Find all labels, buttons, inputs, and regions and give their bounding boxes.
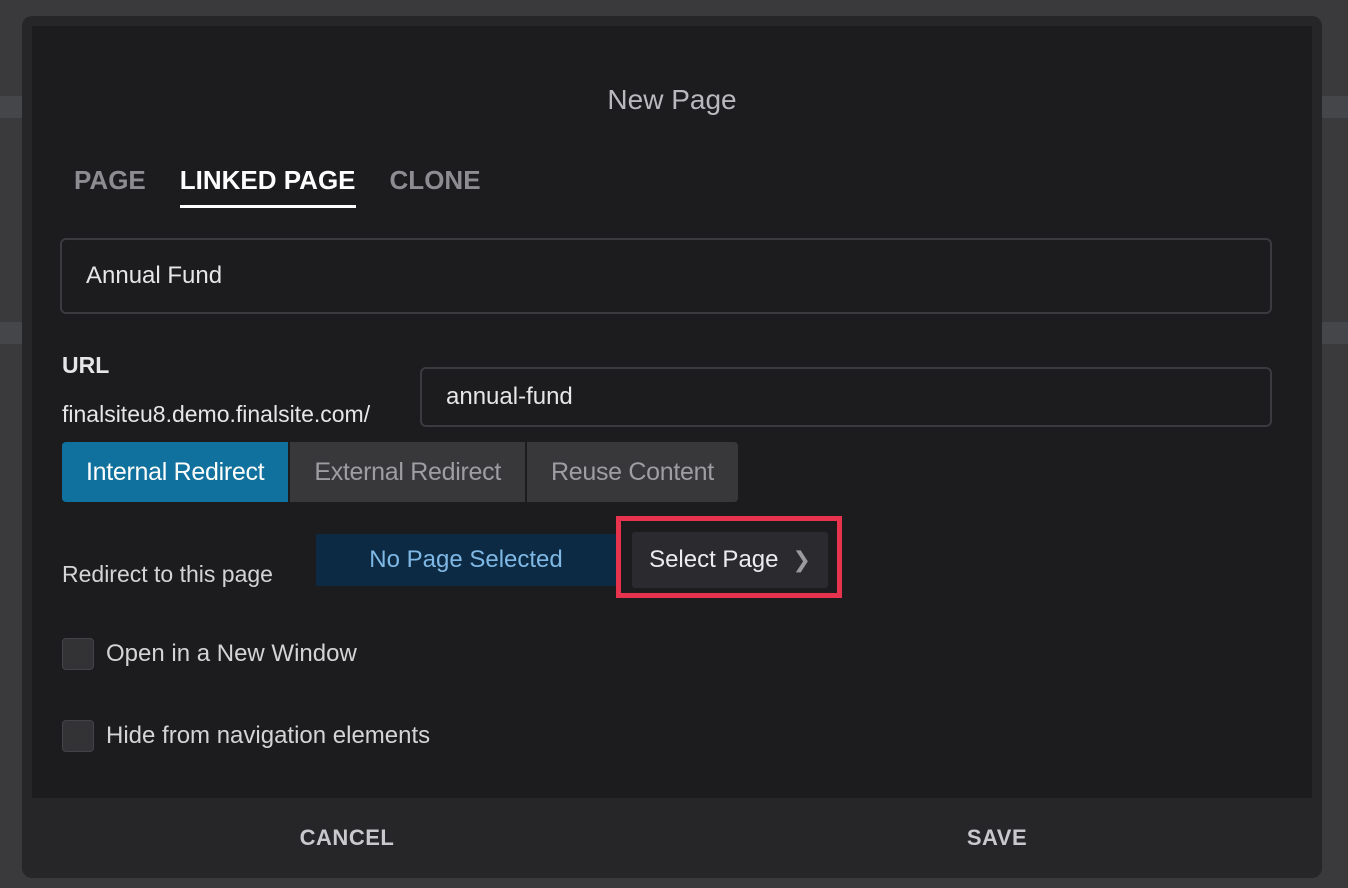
selected-page-text: No Page Selected [369, 546, 563, 573]
open-new-window-option: Open in a New Window [62, 638, 357, 670]
hide-from-nav-option: Hide from navigation elements [62, 720, 430, 752]
hide-from-nav-label: Hide from navigation elements [106, 722, 431, 749]
reuse-content-button[interactable]: Reuse Content [526, 442, 738, 502]
url-prefix: finalsiteu8.demo.finalsite.com/ [62, 401, 371, 427]
tab-clone[interactable]: CLONE [390, 164, 481, 208]
redirect-type-selector: Internal Redirect External Redirect Reus… [62, 442, 738, 502]
internal-redirect-button[interactable]: Internal Redirect [62, 442, 289, 502]
url-slug-value: annual-fund [446, 383, 573, 410]
modal-body: New Page PAGE LINKED PAGE CLONE Annual F… [32, 26, 1312, 798]
url-label: URL [62, 352, 110, 378]
selected-page-display: No Page Selected [316, 534, 616, 586]
external-redirect-button[interactable]: External Redirect [290, 442, 525, 502]
chevron-right-icon: ❯ [792, 547, 811, 572]
tab-linked-page[interactable]: LINKED PAGE [179, 164, 356, 208]
open-new-window-checkbox[interactable] [62, 638, 94, 670]
tab-page[interactable]: PAGE [74, 164, 146, 208]
page-title-input[interactable]: Annual Fund [60, 238, 1272, 314]
save-button[interactable]: SAVE [672, 798, 1322, 878]
modal-title: New Page [607, 84, 737, 115]
tab-bar: PAGE LINKED PAGE CLONE [74, 164, 481, 208]
page-title-value: Annual Fund [86, 262, 223, 289]
hide-from-nav-checkbox[interactable] [62, 720, 94, 752]
new-page-modal: New Page PAGE LINKED PAGE CLONE Annual F… [22, 16, 1322, 878]
cancel-button[interactable]: CANCEL [22, 798, 672, 878]
select-page-button[interactable]: Select Page ❯ [632, 532, 828, 588]
open-new-window-label: Open in a New Window [106, 640, 357, 667]
url-slug-input[interactable]: annual-fund [420, 367, 1272, 427]
select-page-label: Select Page [649, 546, 779, 573]
modal-footer: CANCEL SAVE [22, 798, 1322, 878]
redirect-label: Redirect to this page [62, 561, 273, 587]
